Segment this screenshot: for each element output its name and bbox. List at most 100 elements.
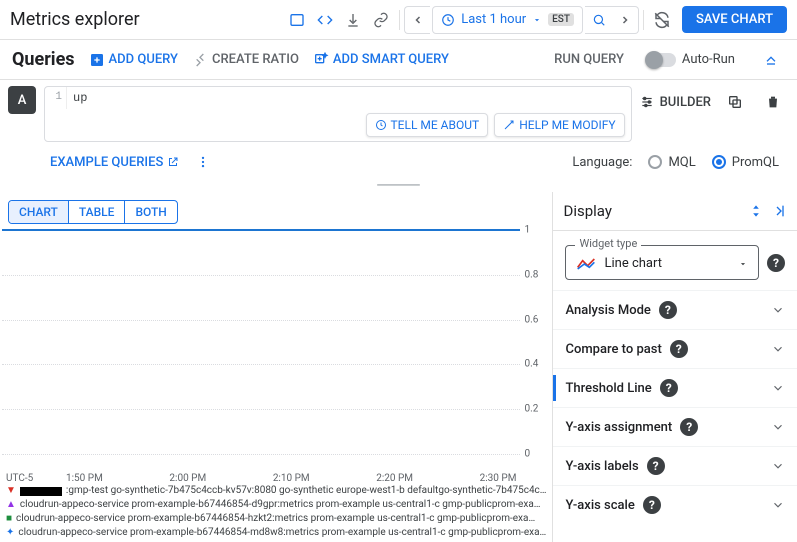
tell-me-about-button[interactable]: TELL ME ABOUT: [366, 113, 489, 137]
view-table-tab[interactable]: TABLE: [69, 201, 126, 223]
save-chart-button[interactable]: SAVE CHART: [682, 6, 787, 33]
drag-handle[interactable]: ⸻: [0, 182, 797, 192]
accordion-y-axis-labels[interactable]: Y-axis labels?: [553, 446, 797, 485]
autorefresh-off-icon[interactable]: [648, 6, 676, 34]
lang-mql-radio[interactable]: MQL: [648, 155, 695, 170]
add-query-button[interactable]: ADD QUERY: [89, 52, 178, 68]
chevron-down-icon: [771, 498, 785, 512]
y-tick: 0.4: [524, 359, 550, 370]
add-query-label: ADD QUERY: [109, 52, 178, 67]
accordion-y-axis-scale[interactable]: Y-axis scale?: [553, 485, 797, 524]
y-tick: 0.8: [524, 269, 550, 280]
chevron-down-icon: [771, 303, 785, 317]
builder-button[interactable]: BUILDER: [640, 95, 711, 110]
widget-type-value: Line chart: [604, 256, 730, 271]
help-me-modify-button[interactable]: HELP ME MODIFY: [494, 113, 624, 137]
view-toggle: CHART TABLE BOTH: [8, 200, 178, 224]
x-tick: 2:30 PM: [480, 473, 517, 484]
y-tick: 0.2: [524, 404, 550, 415]
view-chart-tab[interactable]: CHART: [9, 201, 69, 223]
help-icon[interactable]: ?: [643, 496, 661, 514]
chart-legend: ▼:gmp-test go-synthetic-7b475c4ccb-kv57v…: [0, 484, 552, 542]
legend-row[interactable]: ✦cloudrun-appeco-service prom-example-b6…: [6, 526, 546, 540]
query-editor[interactable]: 1 up TELL ME ABOUT HELP ME MODIFY: [44, 86, 632, 142]
lang-promql-radio[interactable]: PromQL: [712, 155, 779, 170]
x-tick: 2:20 PM: [376, 473, 413, 484]
accordion-analysis-mode[interactable]: Analysis Mode?: [553, 290, 797, 329]
view-both-tab[interactable]: BOTH: [125, 201, 176, 223]
panel-icon-1[interactable]: [283, 6, 311, 34]
y-tick: 0.6: [524, 314, 550, 325]
accordion-threshold-line[interactable]: Threshold Line?: [553, 368, 797, 407]
expand-panel-icon[interactable]: [771, 203, 787, 219]
editor-gutter: 1: [45, 87, 67, 109]
mql-label: MQL: [668, 155, 695, 170]
time-range-picker[interactable]: Last 1 hour EST: [432, 6, 583, 34]
accordion-label: Compare to past: [565, 342, 661, 357]
query-tab-a[interactable]: A: [8, 86, 36, 114]
wand-icon: [503, 119, 515, 131]
legend-row[interactable]: ▲cloudrun-appeco-service prom-example-b6…: [6, 498, 546, 512]
link-icon[interactable]: [367, 6, 395, 34]
language-label: Language:: [572, 155, 632, 170]
delete-icon[interactable]: [759, 88, 787, 116]
chevron-down-icon: [771, 459, 785, 473]
query-code[interactable]: up: [67, 87, 631, 109]
time-range-label: Last 1 hour: [461, 12, 526, 27]
widget-type-help-icon[interactable]: ?: [767, 254, 785, 272]
clock-icon: [441, 13, 455, 27]
x-tick: 2:10 PM: [273, 473, 310, 484]
autorun-toggle[interactable]: [648, 53, 676, 67]
x-tick: 2:00 PM: [169, 473, 206, 484]
builder-label: BUILDER: [660, 95, 711, 110]
chevron-down-icon: [771, 420, 785, 434]
dropdown-arrow-icon: [738, 259, 748, 269]
accordion-y-axis-assignment[interactable]: Y-axis assignment?: [553, 407, 797, 446]
ratio-icon: [192, 52, 208, 68]
timezone-badge: EST: [548, 13, 574, 26]
example-queries-link[interactable]: EXAMPLE QUERIES: [50, 155, 179, 170]
help-icon[interactable]: ?: [659, 301, 677, 319]
accordion-label: Analysis Mode: [565, 303, 650, 318]
accordion-compare-to-past[interactable]: Compare to past?: [553, 329, 797, 368]
sliders-icon: [640, 95, 654, 109]
x-tick: 1:50 PM: [66, 473, 103, 484]
time-search-button[interactable]: [585, 6, 613, 34]
help-icon[interactable]: ?: [670, 340, 688, 358]
timezone-label: UTC-5: [6, 473, 33, 484]
legend-row[interactable]: ▼:gmp-test go-synthetic-7b475c4ccb-kv57v…: [6, 484, 546, 498]
accordion-label: Threshold Line: [565, 381, 651, 396]
create-ratio-button[interactable]: CREATE RATIO: [192, 52, 299, 68]
chevron-down-icon: [532, 15, 542, 25]
accordion-label: Y-axis scale: [565, 498, 634, 513]
help-icon[interactable]: ?: [680, 418, 698, 436]
download-icon[interactable]: [339, 6, 367, 34]
example-queries-label: EXAMPLE QUERIES: [50, 155, 163, 170]
add-smart-query-button[interactable]: ADD SMART QUERY: [313, 52, 449, 68]
time-next-button[interactable]: [613, 6, 639, 34]
run-query-button[interactable]: RUN QUERY: [554, 52, 624, 67]
widget-type-select[interactable]: Line chart: [565, 245, 759, 280]
duplicate-icon[interactable]: [721, 88, 749, 116]
y-tick: 1: [524, 225, 550, 236]
promql-label: PromQL: [732, 155, 779, 170]
tell-me-label: TELL ME ABOUT: [391, 118, 480, 132]
time-prev-button[interactable]: [404, 6, 430, 34]
widget-type-legend: Widget type: [575, 237, 641, 250]
y-tick: 0: [524, 449, 550, 460]
line-chart-icon: [576, 257, 596, 271]
chevron-down-icon: [771, 381, 785, 395]
chart-canvas: 1 0.8 0.6 0.4 0.2 0 UTC-5 1:50 PM 2:00 PM 2:10 PM…: [2, 228, 550, 484]
sort-arrows-icon[interactable]: [749, 202, 763, 220]
sparkle-plus-icon: [313, 52, 329, 68]
plus-square-icon: [89, 52, 105, 68]
accordion-label: Y-axis labels: [565, 459, 638, 474]
more-icon[interactable]: [189, 148, 217, 176]
legend-row[interactable]: ■cloudrun-appeco-service prom-example-b6…: [6, 512, 546, 526]
help-icon[interactable]: ?: [660, 379, 678, 397]
help-modify-label: HELP ME MODIFY: [519, 118, 615, 132]
code-icon[interactable]: [311, 6, 339, 34]
help-icon[interactable]: ?: [647, 457, 665, 475]
add-smart-query-label: ADD SMART QUERY: [333, 52, 449, 67]
collapse-icon[interactable]: [757, 46, 785, 74]
